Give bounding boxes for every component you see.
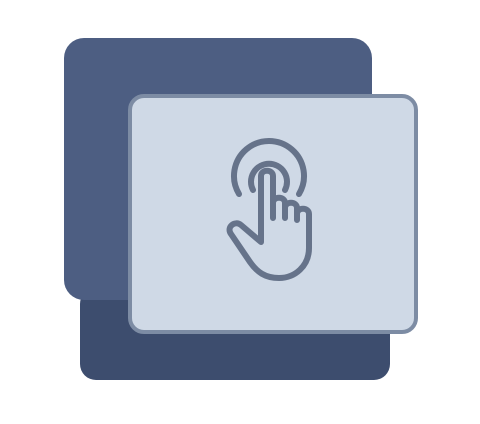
front-card[interactable] (128, 94, 418, 334)
tap-ripple-outer (231, 137, 307, 197)
tap-ripple-inner (248, 160, 290, 193)
tap-hand-icon (226, 137, 312, 281)
illustration (0, 0, 480, 424)
hand-outline (226, 167, 312, 281)
